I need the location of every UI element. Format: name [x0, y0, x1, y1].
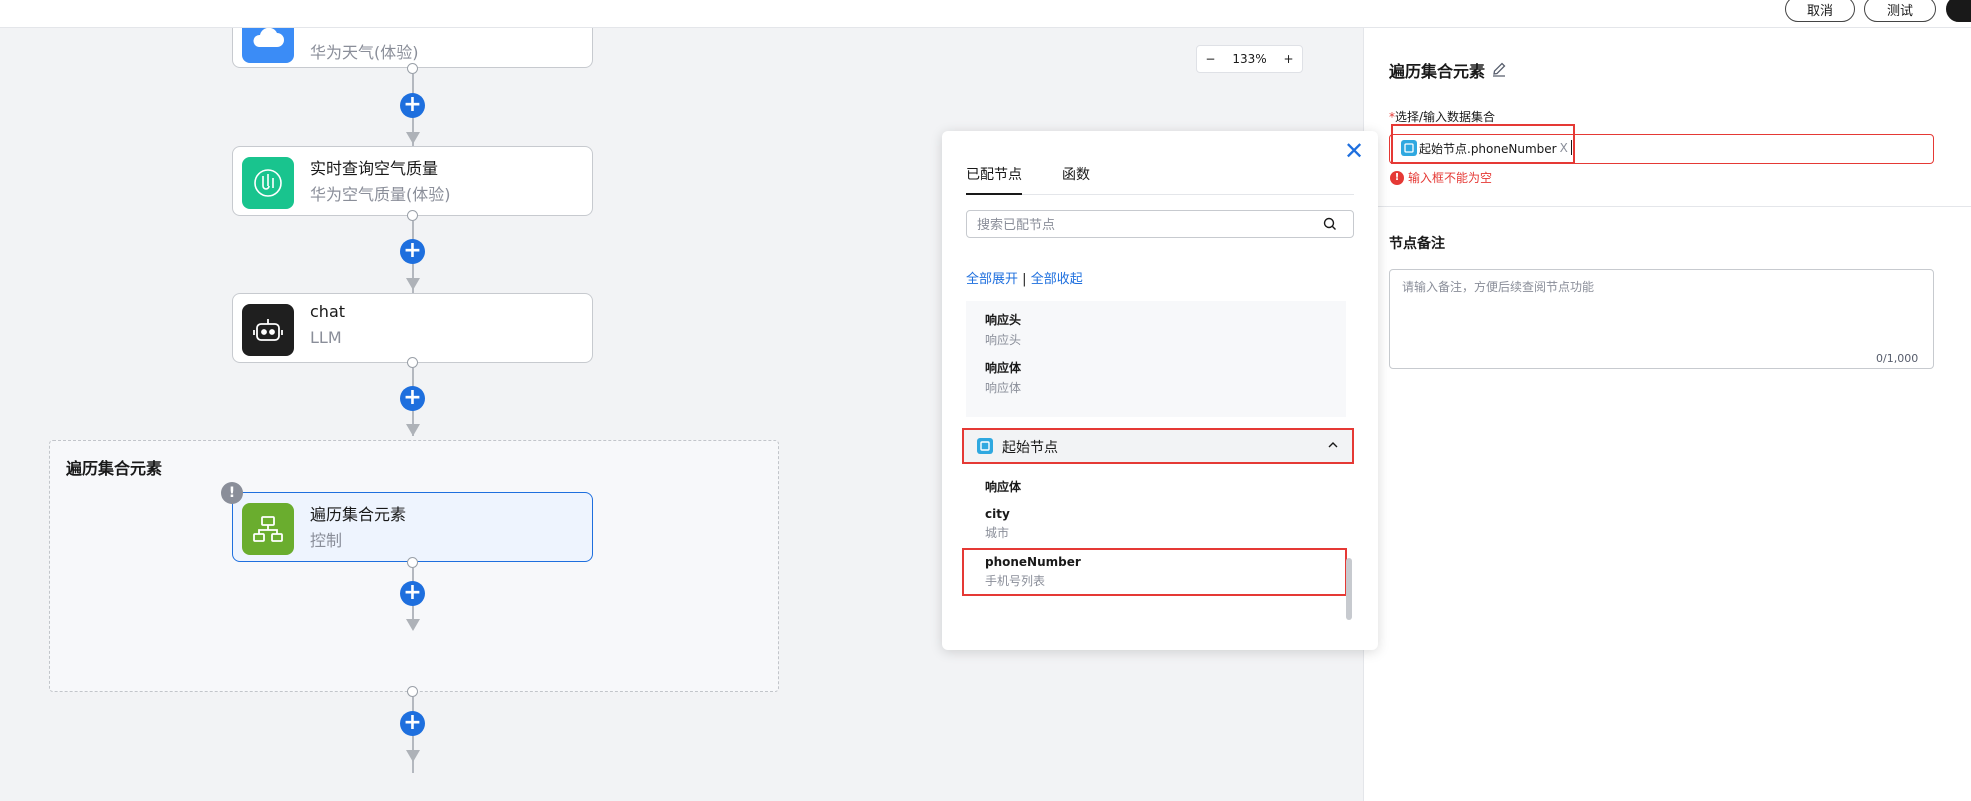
connector-dot[interactable]	[407, 686, 418, 697]
zoom-out-button[interactable]: −	[1205, 52, 1215, 66]
node-iterate[interactable]: 遍历集合元素 控制	[232, 492, 593, 562]
list-item[interactable]: 响应头 响应头	[985, 311, 1021, 348]
cancel-button[interactable]: 取消	[1785, 0, 1855, 22]
node-chat[interactable]: chat LLM	[232, 293, 593, 363]
remark-textarea[interactable]	[1389, 269, 1934, 369]
upstream-node-fields	[966, 301, 1346, 417]
arrow-down-icon	[406, 619, 420, 631]
connector-dot[interactable]	[407, 210, 418, 221]
tab-functions[interactable]: 函数	[1062, 165, 1090, 195]
robot-icon	[242, 304, 294, 356]
close-icon[interactable]: ✕	[1342, 139, 1366, 163]
arrow-down-icon	[406, 424, 420, 436]
flow-control-icon	[242, 503, 294, 555]
zoom-control: − 133% +	[1196, 45, 1303, 73]
search-icon[interactable]	[1322, 216, 1338, 232]
arrow-down-icon	[406, 132, 420, 144]
add-node-button[interactable]: +	[400, 386, 425, 411]
scrollbar[interactable]	[1346, 558, 1352, 620]
error-text: 输入框不能为空	[1408, 171, 1493, 185]
group-start-node[interactable]: 起始节点	[962, 428, 1354, 464]
node-config-panel: 遍历集合元素 *选择/输入数据集合 起始节点.phoneNumber X ! 输…	[1363, 28, 1971, 801]
field-name: city	[985, 507, 1010, 521]
node-title: 实时查询空气质量	[310, 159, 439, 178]
edit-icon[interactable]	[1491, 61, 1507, 77]
expand-all-link[interactable]: 全部展开	[966, 272, 1018, 287]
add-node-button[interactable]: +	[400, 711, 425, 736]
error-icon: !	[1390, 170, 1404, 185]
start-node-icon	[1401, 140, 1417, 156]
picker-tabs: 已配节点 函数	[966, 165, 1354, 195]
loop-title: 遍历集合元素	[66, 459, 163, 478]
node-subtitle: 控制	[310, 531, 343, 550]
highlight-box	[962, 548, 1347, 596]
collection-label-text: 选择/输入数据集合	[1395, 110, 1496, 124]
node-subtitle: 华为空气质量(体验)	[310, 185, 451, 204]
panel-title: 遍历集合元素	[1389, 62, 1486, 81]
arrow-down-icon	[406, 750, 420, 762]
field-name: 响应体	[985, 480, 1022, 494]
field-name: 响应头	[985, 313, 1022, 327]
node-subtitle: 华为天气(体验)	[310, 43, 419, 62]
separator: |	[1022, 272, 1027, 287]
field-desc: 响应体	[985, 381, 1022, 395]
list-item[interactable]: 响应体 响应体	[985, 359, 1021, 396]
variable-chip[interactable]: 起始节点.phoneNumber X	[1401, 139, 1568, 157]
publish-button[interactable]	[1946, 0, 1971, 22]
list-item[interactable]: 响应体	[985, 478, 1021, 495]
connector-dot[interactable]	[407, 557, 418, 568]
node-title: chat	[310, 302, 346, 321]
text-caret	[1571, 140, 1572, 155]
chip-text: 起始节点.phoneNumber	[1419, 141, 1557, 156]
add-node-button[interactable]: +	[400, 239, 425, 264]
node-subtitle: LLM	[310, 328, 342, 347]
variable-picker-popover: ✕ 已配节点 函数 全部展开 | 全部收起 响应头 响应头 响应体 响应体 起始…	[942, 131, 1378, 650]
start-node-icon	[977, 438, 993, 454]
collapse-all-link[interactable]: 全部收起	[1031, 272, 1083, 287]
node-air-quality[interactable]: 实时查询空气质量 华为空气质量(体验)	[232, 146, 593, 216]
chip-remove-icon[interactable]: X	[1560, 141, 1568, 155]
search-nodes-input[interactable]	[966, 210, 1354, 238]
expand-collapse-links: 全部展开 | 全部收起	[966, 268, 1083, 287]
connector-dot[interactable]	[407, 63, 418, 74]
remark-title: 节点备注	[1389, 236, 1445, 252]
air-quality-icon	[242, 157, 294, 209]
add-node-button[interactable]: +	[400, 581, 425, 606]
node-weather[interactable]: 华为天气(体验)	[232, 28, 593, 68]
test-button[interactable]: 测试	[1864, 0, 1936, 22]
zoom-level: 133%	[1232, 52, 1267, 66]
field-desc: 城市	[985, 526, 1010, 540]
arrow-down-icon	[406, 278, 420, 290]
warning-icon: !	[221, 482, 243, 504]
divider	[1364, 206, 1971, 207]
cloud-icon	[242, 28, 294, 63]
add-node-button[interactable]: +	[400, 93, 425, 118]
chevron-up-icon[interactable]	[1326, 438, 1340, 452]
field-name: 响应体	[985, 361, 1022, 375]
collection-label: *选择/输入数据集合	[1389, 108, 1495, 125]
validation-error: ! 输入框不能为空	[1390, 169, 1492, 186]
connector-dot[interactable]	[407, 357, 418, 368]
zoom-in-button[interactable]: +	[1283, 52, 1293, 66]
tab-configured-nodes[interactable]: 已配节点	[966, 165, 1022, 195]
field-desc: 响应头	[985, 333, 1022, 347]
list-item[interactable]: city 城市	[985, 507, 1010, 541]
char-count: 0/1,000	[1876, 352, 1919, 365]
top-bar: 取消 测试	[0, 0, 1971, 28]
group-title: 起始节点	[1002, 440, 1058, 456]
node-title: 遍历集合元素	[310, 505, 407, 524]
